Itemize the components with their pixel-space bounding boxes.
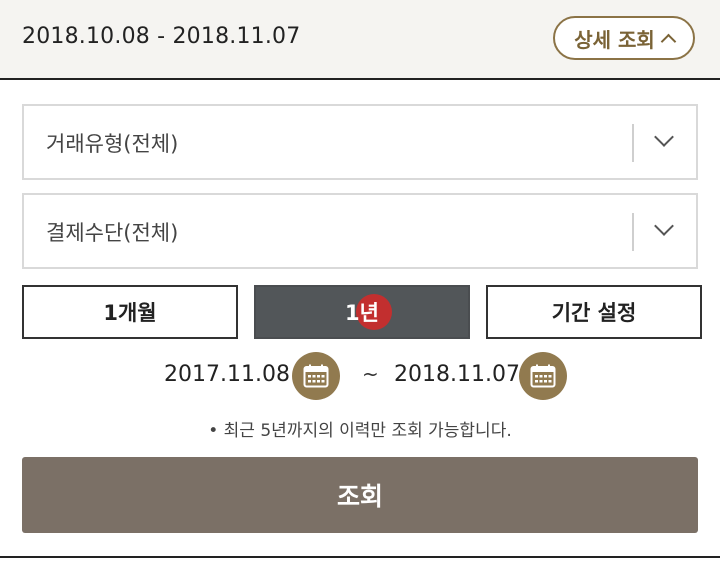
transaction-type-value: 거래유형(전체) <box>46 132 179 156</box>
start-date: 2017.11.08 <box>164 362 290 387</box>
chevron-down-icon <box>654 127 674 147</box>
payment-method-value: 결제수단(전체) <box>46 221 179 245</box>
period-1-month-label: 1개월 <box>103 301 157 325</box>
date-range-summary: 2018.10.08 - 2018.11.07 <box>22 24 301 49</box>
date-separator: ~ <box>362 362 379 386</box>
detail-search-label: 상세 조회 <box>574 27 655 52</box>
header-bar: 2018.10.08 - 2018.11.07 상세 조회 <box>0 0 720 80</box>
search-button-label: 조회 <box>336 482 383 511</box>
period-1-month-button[interactable]: 1개월 <box>22 285 238 339</box>
select-divider <box>632 124 634 162</box>
chevron-down-icon <box>654 216 674 236</box>
period-1-year-button[interactable]: 1년 <box>254 285 470 339</box>
history-limit-notice: • 최근 5년까지의 이력만 조회 가능합니다. <box>208 421 512 441</box>
bottom-divider <box>0 556 720 558</box>
calendar-icon <box>303 364 329 388</box>
select-divider <box>632 213 634 251</box>
period-custom-button[interactable]: 기간 설정 <box>486 285 702 339</box>
end-date-calendar-button[interactable] <box>519 352 567 400</box>
payment-method-select[interactable]: 결제수단(전체) <box>22 193 698 269</box>
detail-search-toggle-button[interactable]: 상세 조회 <box>553 16 695 60</box>
period-1-year-label: 1년 <box>345 301 379 325</box>
period-custom-label: 기간 설정 <box>551 301 637 325</box>
chevron-up-icon <box>660 33 677 49</box>
start-date-calendar-button[interactable] <box>292 352 340 400</box>
calendar-icon <box>530 364 556 388</box>
search-button[interactable]: 조회 <box>22 457 698 533</box>
transaction-type-select[interactable]: 거래유형(전체) <box>22 104 698 180</box>
end-date: 2018.11.07 <box>394 362 520 387</box>
